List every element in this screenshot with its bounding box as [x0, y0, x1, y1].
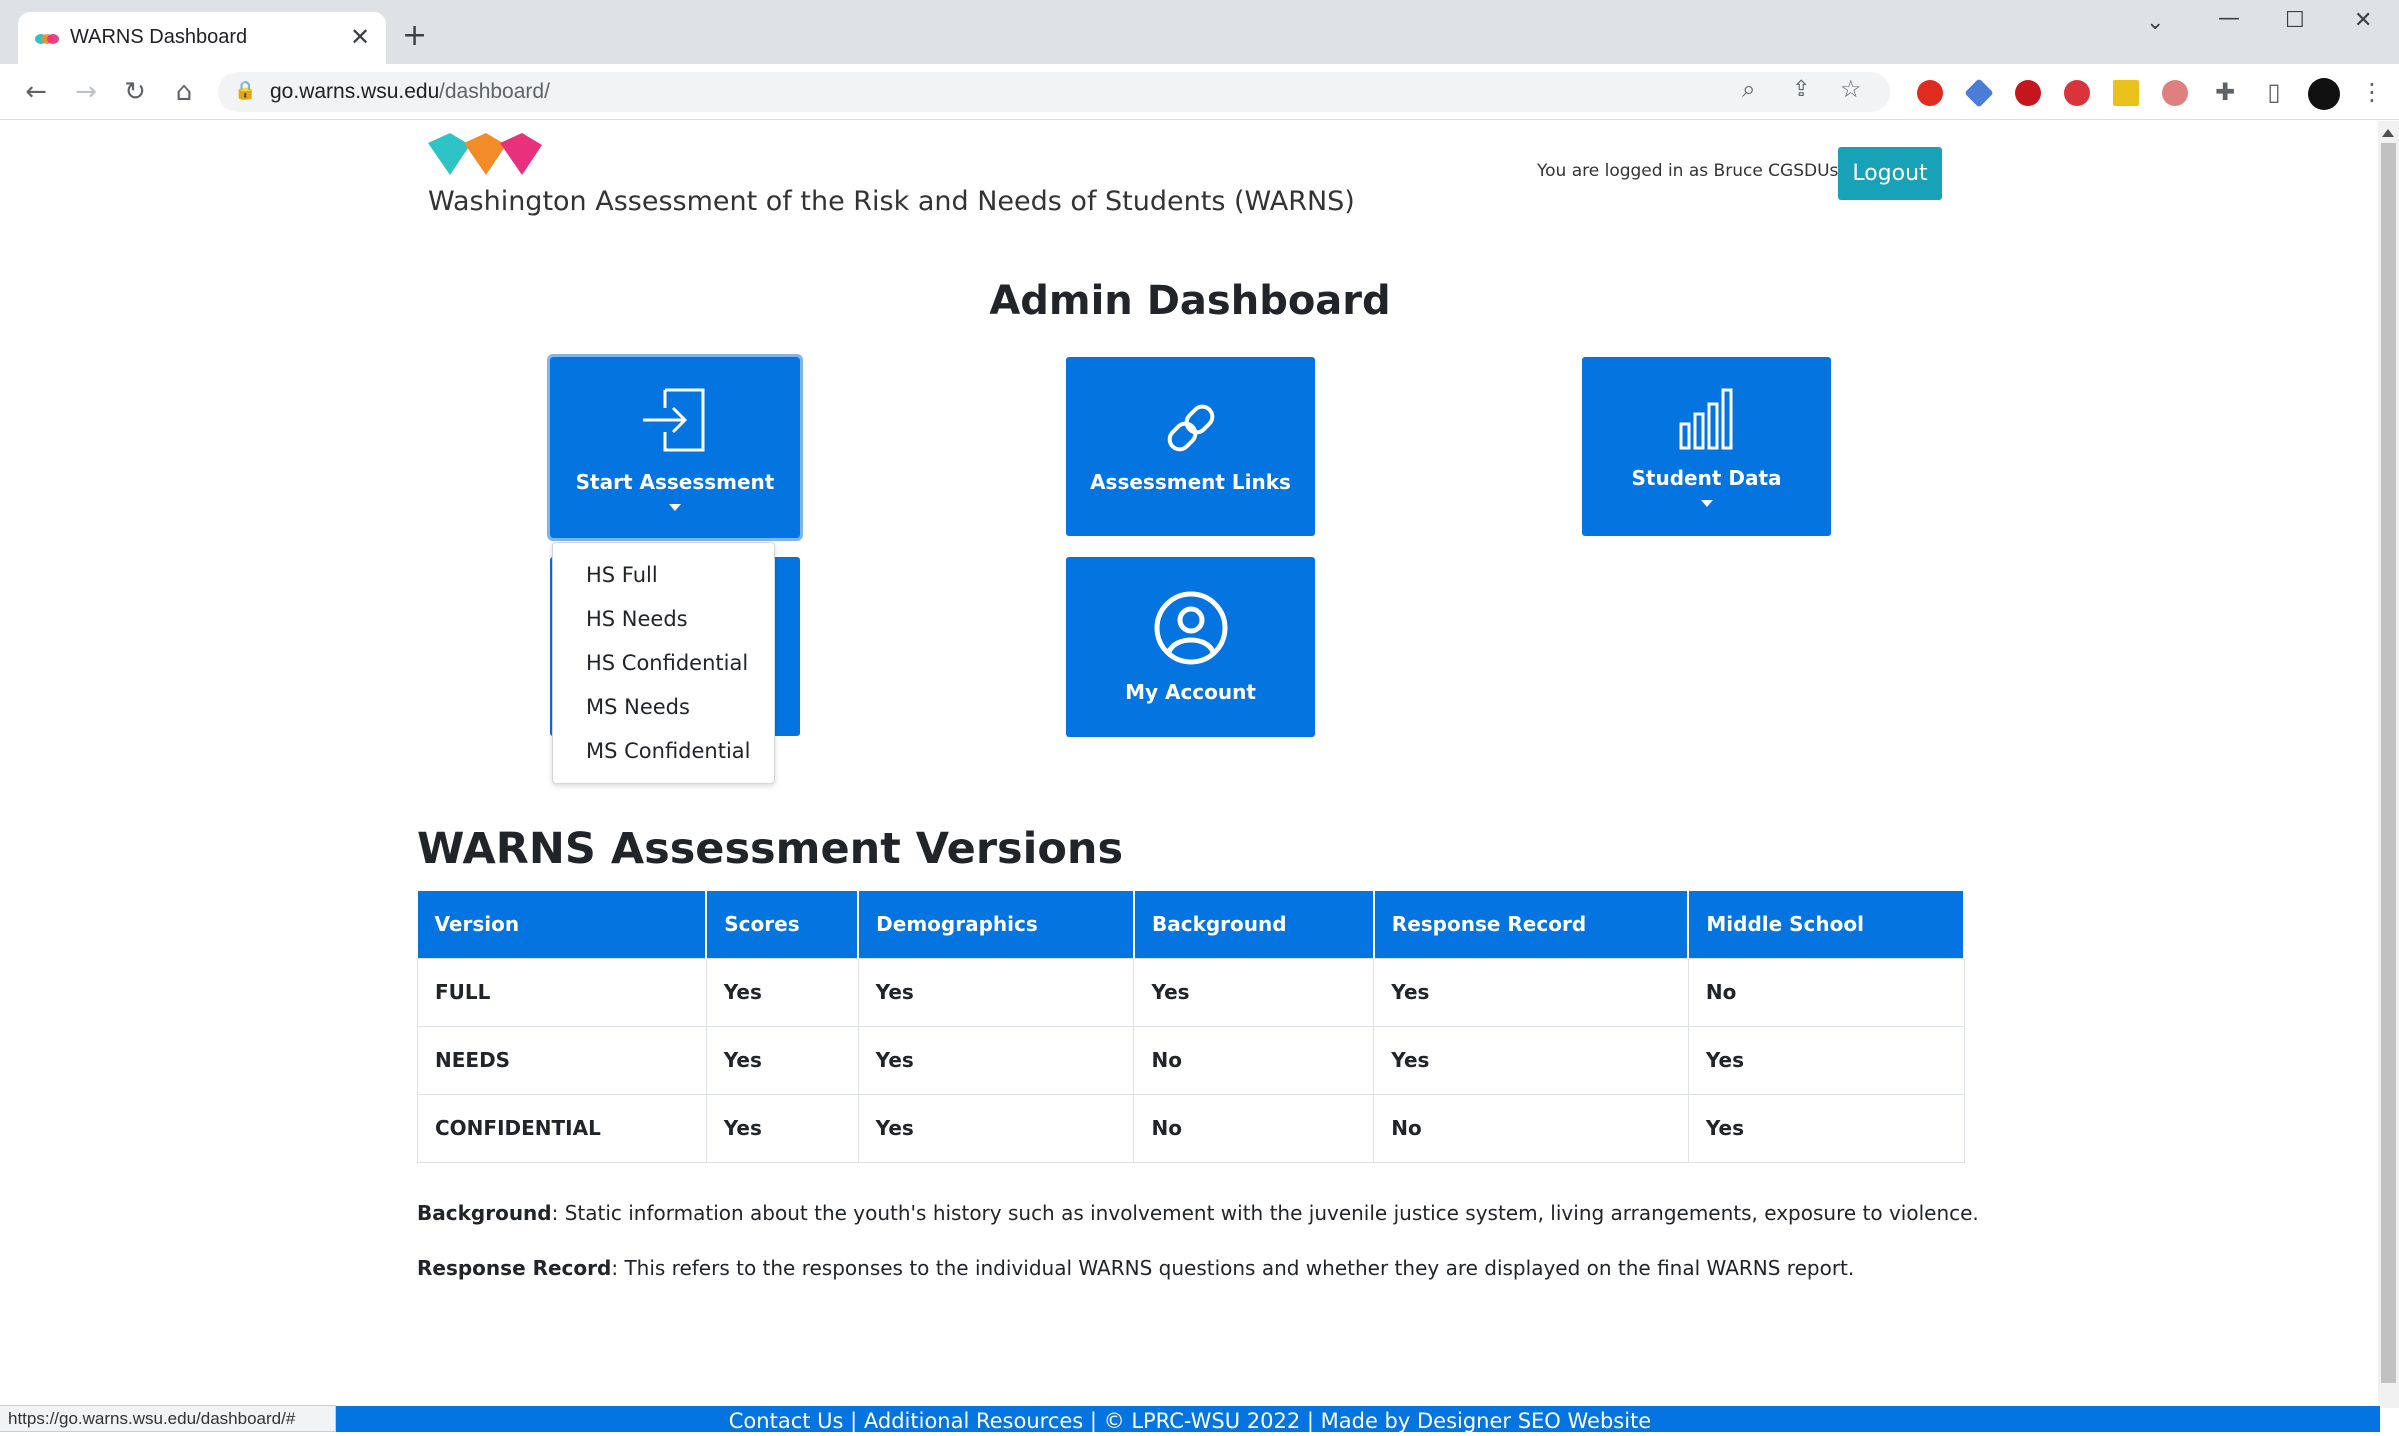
tab-search-icon[interactable]: ⌄: [2146, 10, 2164, 35]
menu-item-hs-needs[interactable]: HS Needs: [553, 597, 774, 641]
home-icon[interactable]: ⌂: [166, 74, 202, 110]
extension-shield-icon[interactable]: [2162, 80, 2188, 106]
table-cell: No: [1133, 1025, 1375, 1095]
response-record-text: : This refers to the responses to the in…: [611, 1256, 1855, 1280]
my-account-tile[interactable]: My Account: [1066, 557, 1315, 737]
table-cell: Yes: [1373, 957, 1689, 1027]
column-header-scores: Scores: [706, 891, 860, 958]
extension-pencil-icon[interactable]: [2113, 80, 2139, 106]
back-icon[interactable]: ←: [18, 74, 54, 110]
reload-icon[interactable]: ↻: [117, 74, 153, 110]
versions-heading: WARNS Assessment Versions: [417, 824, 1124, 874]
menu-item-hs-full[interactable]: HS Full: [553, 553, 774, 597]
assessment-links-label: Assessment Links: [1090, 469, 1291, 494]
column-header-background: Background: [1133, 891, 1375, 958]
forward-icon[interactable]: →: [68, 74, 104, 110]
response-record-note: Response Record: This refers to the resp…: [417, 1256, 1854, 1280]
status-bar-url: https://go.warns.wsu.edu/dashboard/#: [0, 1405, 336, 1432]
browser-tab[interactable]: WARNS Dashboard ✕: [18, 12, 386, 64]
background-note: Background: Static information about the…: [417, 1201, 1979, 1225]
minimize-icon[interactable]: —: [2218, 6, 2240, 31]
menu-item-ms-needs[interactable]: MS Needs: [553, 685, 774, 729]
table-cell: Yes: [857, 957, 1135, 1027]
menu-item-hs-confidential[interactable]: HS Confidential: [553, 641, 774, 685]
page-scrollbar[interactable]: [2378, 121, 2399, 1408]
maximize-icon[interactable]: ☐: [2285, 8, 2305, 33]
menu-item-ms-confidential[interactable]: MS Confidential: [553, 729, 774, 773]
favicon-icon: [35, 34, 59, 44]
bookmark-star-icon[interactable]: ☆: [1840, 75, 1862, 104]
link-icon: [1167, 404, 1214, 451]
start-assessment-label: Start Assessment: [575, 470, 775, 494]
background-text: : Static information about the youth's h…: [551, 1201, 1979, 1225]
versions-table: Version Scores Demographics Background R…: [417, 891, 1965, 1163]
table-cell: Yes: [857, 1025, 1135, 1095]
table-cell: Yes: [705, 1025, 859, 1095]
table-cell: Yes: [1373, 1025, 1689, 1095]
scrollbar-thumb[interactable]: [2381, 143, 2396, 1383]
my-account-label: My Account: [1125, 680, 1256, 704]
table-cell: Yes: [1687, 1093, 1965, 1163]
table-cell: No: [1687, 957, 1965, 1027]
tab-title: WARNS Dashboard: [70, 26, 248, 48]
column-header-version: Version: [417, 891, 708, 958]
bar-chart-icon: [1679, 388, 1732, 450]
response-record-term: Response Record: [417, 1256, 612, 1280]
assessment-links-tile[interactable]: Assessment Links: [1066, 357, 1315, 536]
warns-logo: [428, 133, 542, 175]
table-row: NEEDS Yes Yes No Yes Yes: [417, 1025, 1965, 1095]
start-assessment-dropdown: HS Full HS Needs HS Confidential MS Need…: [552, 542, 775, 784]
extensions-puzzle-icon[interactable]: ✚: [2207, 74, 2243, 110]
lock-icon: 🔒: [234, 80, 257, 100]
page-title: Admin Dashboard: [989, 278, 1391, 324]
close-tab-icon[interactable]: ✕: [350, 23, 370, 51]
logout-button[interactable]: Logout: [1838, 147, 1942, 200]
table-header-row: Version Scores Demographics Background R…: [417, 891, 1965, 958]
extension-play-icon[interactable]: [2015, 80, 2041, 106]
column-header-demographics: Demographics: [858, 891, 1135, 958]
table-cell: Yes: [857, 1093, 1135, 1163]
table-cell: Yes: [705, 1093, 859, 1163]
extension-adblock-icon[interactable]: [2064, 80, 2090, 106]
zoom-icon[interactable]: ⌕: [1742, 76, 1755, 104]
chevron-down-icon: [669, 504, 681, 511]
column-header-middle-school: Middle School: [1688, 891, 1965, 958]
extension-stop-icon[interactable]: [1917, 80, 1943, 106]
share-icon[interactable]: ⇪: [1792, 76, 1810, 102]
column-header-response-record: Response Record: [1373, 891, 1690, 958]
start-assessment-tile[interactable]: Start Assessment: [547, 354, 803, 541]
close-window-icon[interactable]: ✕: [2354, 8, 2372, 33]
table-cell: No: [1133, 1093, 1375, 1163]
student-data-tile[interactable]: Student Data: [1582, 357, 1831, 536]
table-cell: No: [1373, 1093, 1689, 1163]
scroll-up-icon[interactable]: [2382, 129, 2394, 137]
side-panel-icon[interactable]: ▯: [2256, 74, 2292, 110]
site-title: Washington Assessment of the Risk and Ne…: [428, 186, 1355, 217]
url-path: /dashboard/: [439, 80, 550, 103]
student-data-label: Student Data: [1631, 466, 1782, 490]
sign-in-icon: [643, 388, 705, 452]
table-cell: Yes: [1133, 957, 1375, 1027]
table-row: CONFIDENTIAL Yes Yes No No Yes: [417, 1093, 1965, 1163]
table-row: FULL Yes Yes Yes Yes No: [417, 957, 1965, 1027]
menu-kebab-icon[interactable]: ⋮: [2354, 74, 2390, 110]
table-cell: Yes: [1687, 1025, 1965, 1095]
table-cell: FULL: [417, 957, 707, 1027]
background-term: Background: [417, 1201, 552, 1225]
url-host: go.warns.wsu.edu: [270, 80, 440, 103]
table-cell: NEEDS: [417, 1025, 707, 1095]
user-circle-icon: [1154, 591, 1227, 665]
login-status: You are logged in as Bruce CGSDUser: [1537, 161, 1856, 181]
chevron-down-icon: [1700, 500, 1713, 507]
new-tab-icon[interactable]: +: [402, 18, 427, 53]
address-bar[interactable]: 🔒 go.warns.wsu.edu /dashboard/ ⌕ ⇪ ☆: [218, 72, 1890, 112]
table-cell: CONFIDENTIAL: [417, 1093, 707, 1163]
table-cell: Yes: [705, 957, 859, 1027]
footer-bar: Contact Us | Additional Resources | © LP…: [0, 1406, 2380, 1433]
profile-avatar[interactable]: [2308, 78, 2340, 110]
